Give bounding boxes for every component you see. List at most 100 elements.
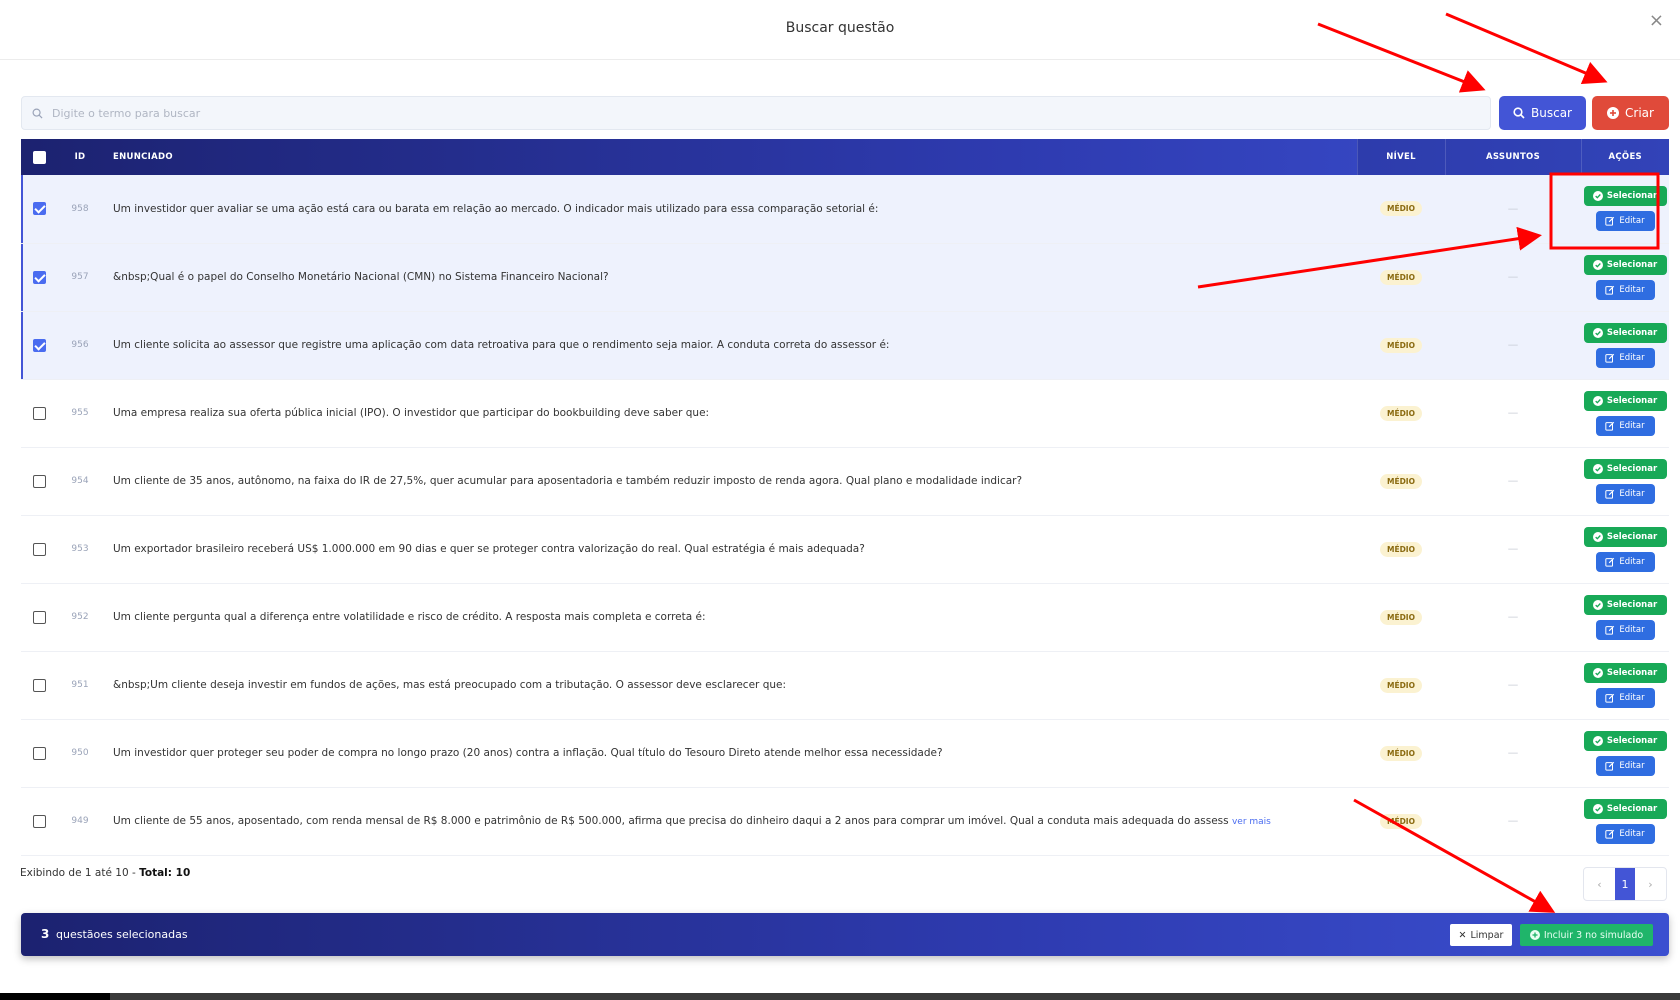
subjects-empty: — xyxy=(1507,202,1519,215)
question-statement-cell: Uma empresa realiza sua oferta pública i… xyxy=(103,379,1357,447)
row-checkbox[interactable] xyxy=(32,406,46,420)
select-button[interactable]: Selecionar xyxy=(1583,254,1667,275)
select-button[interactable]: Selecionar xyxy=(1583,186,1667,207)
check-circle-icon xyxy=(1592,395,1603,406)
table-row: 949 Um cliente de 55 anos, aposentado, co… xyxy=(21,787,1669,855)
search-box xyxy=(21,96,1491,130)
row-select-cell xyxy=(21,243,57,311)
row-checkbox[interactable] xyxy=(32,678,46,692)
level-badge: MÉDIO xyxy=(1380,405,1422,421)
include-in-simulado-button[interactable]: Incluir 3 no simulado xyxy=(1520,924,1653,946)
questions-table: ID ENUNCIADO NÍVEL ASSUNTOS AÇÕES 958 Um … xyxy=(21,139,1669,856)
edit-label: Editar xyxy=(1619,828,1645,839)
actions-cell: Selecionar Editar xyxy=(1581,787,1669,855)
question-statement: Um cliente pergunta qual a diferença ent… xyxy=(113,611,706,623)
question-id: 950 xyxy=(71,748,89,758)
row-checkbox[interactable] xyxy=(32,610,46,624)
column-nivel[interactable]: NÍVEL xyxy=(1356,139,1445,175)
row-actions: Selecionar Editar xyxy=(1581,730,1669,776)
subjects-cell: — xyxy=(1445,311,1581,379)
next-page-button[interactable]: › xyxy=(1635,868,1666,900)
column-id[interactable]: ID xyxy=(57,139,103,175)
search-input[interactable] xyxy=(52,97,1482,129)
level-cell: MÉDIO xyxy=(1357,787,1445,855)
level-badge: MÉDIO xyxy=(1380,337,1422,353)
select-all-checkbox[interactable] xyxy=(32,150,46,164)
edit-button[interactable]: Editar xyxy=(1595,823,1655,844)
row-select-cell xyxy=(21,447,57,515)
modal-header: Buscar questão × xyxy=(0,0,1680,60)
close-icon[interactable]: × xyxy=(1649,10,1664,31)
edit-label: Editar xyxy=(1619,692,1645,703)
edit-label: Editar xyxy=(1619,624,1645,635)
column-assuntos[interactable]: ASSUNTOS xyxy=(1444,139,1581,175)
edit-button[interactable]: Editar xyxy=(1595,687,1655,708)
row-actions: Selecionar Editar xyxy=(1581,254,1669,300)
row-checkbox[interactable] xyxy=(32,202,46,216)
edit-button[interactable]: Editar xyxy=(1595,619,1655,640)
edit-label: Editar xyxy=(1619,284,1645,295)
table-row: 952 Um cliente pergunta qual a diferença … xyxy=(21,583,1669,651)
page-1-button[interactable]: 1 xyxy=(1615,868,1635,900)
select-button[interactable]: Selecionar xyxy=(1583,798,1667,819)
question-statement: &nbsp;Um cliente deseja investir em fund… xyxy=(113,679,787,691)
edit-icon xyxy=(1605,353,1615,363)
check-circle-icon xyxy=(1592,667,1603,678)
edit-button[interactable]: Editar xyxy=(1595,483,1655,504)
question-id: 954 xyxy=(71,476,89,486)
edit-button[interactable]: Editar xyxy=(1595,347,1655,368)
select-label: Selecionar xyxy=(1606,463,1658,474)
row-actions: Selecionar Editar xyxy=(1581,662,1669,708)
edit-button[interactable]: Editar xyxy=(1595,211,1655,232)
row-checkbox[interactable] xyxy=(32,474,46,488)
edit-label: Editar xyxy=(1619,420,1645,431)
question-statement-cell: &nbsp;Um cliente deseja investir em fund… xyxy=(103,651,1357,719)
edit-button[interactable]: Editar xyxy=(1595,279,1655,300)
row-checkbox[interactable] xyxy=(32,542,46,556)
row-checkbox[interactable] xyxy=(32,814,46,828)
row-checkbox[interactable] xyxy=(32,270,46,284)
select-button[interactable]: Selecionar xyxy=(1583,322,1667,343)
column-enunciado[interactable]: ENUNCIADO xyxy=(103,139,1357,175)
question-statement: Um investidor quer proteger seu poder de… xyxy=(113,747,943,759)
edit-button[interactable]: Editar xyxy=(1595,755,1655,776)
table-row: 953 Um exportador brasileiro receberá US$… xyxy=(21,515,1669,583)
search-button-label: Buscar xyxy=(1531,106,1572,120)
check-circle-icon xyxy=(1592,735,1603,746)
plus-circle-icon xyxy=(1607,107,1620,119)
select-button[interactable]: Selecionar xyxy=(1583,730,1667,751)
actions-cell: Selecionar Editar xyxy=(1581,379,1669,447)
row-select-cell xyxy=(21,515,57,583)
see-more-link[interactable]: ver mais xyxy=(1232,817,1271,827)
search-button[interactable]: Buscar xyxy=(1499,96,1586,130)
edit-button[interactable]: Editar xyxy=(1595,415,1655,436)
clear-selection-button[interactable]: ✕ Limpar xyxy=(1450,924,1512,946)
subjects-empty: — xyxy=(1507,815,1519,827)
prev-page-button[interactable]: ‹ xyxy=(1584,868,1615,900)
select-button[interactable]: Selecionar xyxy=(1583,526,1667,547)
question-statement-cell: Um cliente de 55 anos, aposentado, com r… xyxy=(103,787,1357,855)
table-row: 957 &nbsp;Qual é o papel do Conselho Mone… xyxy=(21,243,1669,311)
row-actions: Selecionar Editar xyxy=(1581,594,1669,640)
edit-icon xyxy=(1605,625,1615,635)
modal-title: Buscar questão xyxy=(785,20,895,36)
create-button[interactable]: Criar xyxy=(1592,96,1669,130)
actions-cell: Selecionar Editar xyxy=(1581,651,1669,719)
select-button[interactable]: Selecionar xyxy=(1583,458,1667,479)
row-actions: Selecionar Editar xyxy=(1581,526,1669,572)
total-text: Total: 10 xyxy=(139,867,191,879)
select-button[interactable]: Selecionar xyxy=(1583,594,1667,615)
check-circle-icon xyxy=(1592,803,1603,814)
subjects-cell: — xyxy=(1445,175,1581,243)
row-checkbox[interactable] xyxy=(32,338,46,352)
edit-icon xyxy=(1605,489,1615,499)
select-button[interactable]: Selecionar xyxy=(1583,390,1667,411)
row-select-cell xyxy=(21,175,57,243)
question-id: 956 xyxy=(71,340,89,350)
level-cell: MÉDIO xyxy=(1357,583,1445,651)
row-checkbox[interactable] xyxy=(32,746,46,760)
level-cell: MÉDIO xyxy=(1357,243,1445,311)
select-button[interactable]: Selecionar xyxy=(1583,662,1667,683)
edit-button[interactable]: Editar xyxy=(1595,551,1655,572)
subjects-empty: — xyxy=(1507,543,1519,555)
